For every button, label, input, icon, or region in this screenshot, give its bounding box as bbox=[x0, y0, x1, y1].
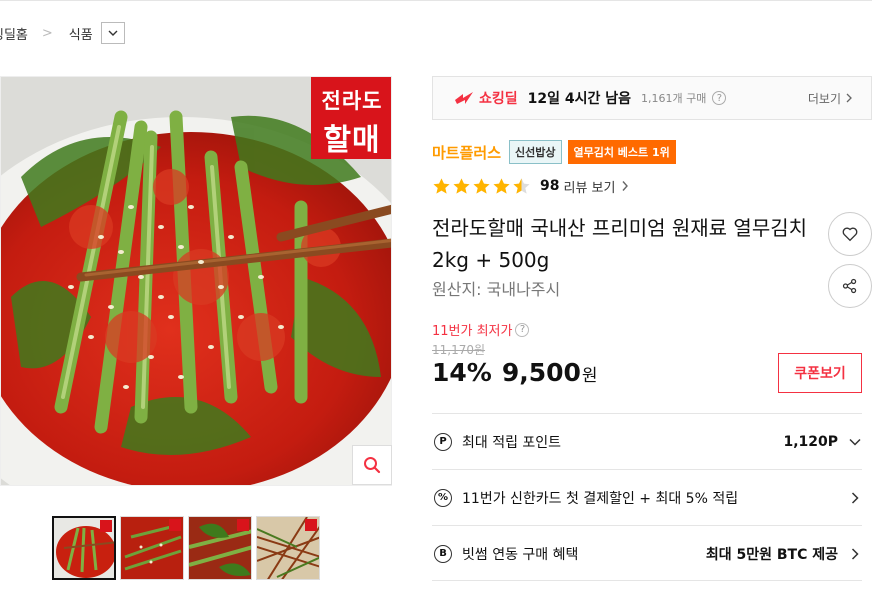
bithumb-benefit-value: 최대 5만원 BTC 제공 bbox=[705, 546, 838, 563]
star-full-icon bbox=[453, 177, 470, 194]
sale-price-row: 14% 9,500 원 bbox=[432, 358, 598, 387]
star-full-icon bbox=[493, 177, 510, 194]
rating-row[interactable]: 98 리뷰 보기 bbox=[432, 175, 629, 197]
card-discount-label: 11번가 신한카드 첫 결제할인 + 최대 5% 적립 bbox=[462, 490, 739, 507]
breadcrumb-category[interactable]: 식품 bbox=[69, 24, 93, 43]
purchase-count: 1,161개 구매 bbox=[641, 92, 707, 105]
review-count: 98 bbox=[540, 178, 560, 194]
max-points-value: 1,120P bbox=[783, 433, 838, 450]
thumbnail-2[interactable] bbox=[120, 516, 184, 580]
search-icon bbox=[364, 457, 381, 474]
bithumb-benefit-label: 빗썸 연동 구매 혜택 bbox=[462, 546, 579, 563]
thumbnail-4[interactable] bbox=[256, 516, 320, 580]
help-icon[interactable]: ? bbox=[515, 322, 530, 337]
brand-logo-stamp: 전라도 할매 bbox=[311, 77, 391, 159]
star-rating bbox=[432, 177, 532, 196]
wishlist-button[interactable] bbox=[828, 212, 872, 256]
breadcrumb-separator-icon: > bbox=[41, 25, 53, 41]
star-full-icon bbox=[473, 177, 490, 194]
breadcrumb-home-link[interactable]: 킹딜홈 bbox=[0, 24, 28, 43]
point-icon: P bbox=[434, 432, 452, 451]
star-half-icon bbox=[513, 177, 530, 194]
thumbnail-list bbox=[52, 516, 320, 580]
thumbnail-1[interactable] bbox=[52, 516, 116, 580]
bithumb-benefit-row[interactable]: B 빗썸 연동 구매 혜택 최대 5만원 BTC 제공 bbox=[432, 525, 862, 581]
fresh-badge: 신선밥상 bbox=[509, 140, 562, 164]
share-icon bbox=[842, 278, 857, 294]
category-dropdown-button[interactable] bbox=[100, 22, 125, 44]
chevron-right-icon bbox=[846, 93, 852, 103]
thumbnail-3[interactable] bbox=[188, 516, 252, 580]
star-full-icon bbox=[433, 177, 450, 194]
help-icon[interactable]: ? bbox=[712, 91, 727, 105]
lowest-price-label: 11번가 최저가 ? bbox=[432, 320, 530, 339]
original-price: 11,170원 bbox=[432, 343, 486, 357]
top-divider bbox=[0, 0, 872, 1]
product-origin: 원산지: 국내나주시 bbox=[432, 280, 561, 299]
deal-more-label: 더보기 bbox=[807, 91, 841, 106]
chevron-down-icon bbox=[108, 30, 118, 36]
thumbnail-logo-mark bbox=[237, 519, 249, 531]
product-title: 전라도할매 국내산 프리미엄 원재료 열무김치 2kg + 500g bbox=[432, 216, 808, 272]
seller-name-link[interactable]: 마트플러스 bbox=[432, 142, 501, 163]
discount-percent: 14% bbox=[432, 358, 492, 387]
thumbnail-logo-mark bbox=[305, 519, 317, 531]
lowest-price-text: 11번가 최저가 bbox=[432, 324, 513, 339]
chevron-right-icon bbox=[851, 491, 859, 504]
shocking-deal-bar[interactable]: 쇼킹딜 12일 4시간 남음 1,161개 구매 ? 더보기 bbox=[432, 76, 872, 120]
sale-price: 9,500 bbox=[501, 358, 581, 387]
brand-logo-line1: 전라도 bbox=[321, 88, 383, 113]
share-button[interactable] bbox=[828, 264, 872, 308]
currency-unit: 원 bbox=[581, 366, 598, 386]
breadcrumb: 킹딜홈 > 식품 bbox=[0, 20, 125, 46]
brand-logo-line2: 할매 bbox=[323, 123, 381, 158]
best-rank-badge[interactable]: 열무김치 베스트 1위 bbox=[567, 140, 676, 164]
review-link-label[interactable]: 리뷰 보기 bbox=[563, 177, 615, 196]
deal-more-link[interactable]: 더보기 bbox=[808, 90, 853, 107]
seller-row: 마트플러스 신선밥상 열무김치 베스트 1위 bbox=[432, 140, 676, 164]
benefits-bottom-divider bbox=[432, 580, 862, 581]
thumbnail-logo-mark bbox=[169, 519, 181, 531]
card-discount-row[interactable]: % 11번가 신한카드 첫 결제할인 + 최대 5% 적립 bbox=[432, 469, 862, 525]
chevron-right-icon bbox=[622, 181, 629, 191]
max-points-label: 최대 적립 포인트 bbox=[462, 434, 562, 451]
thumbnail-logo-mark bbox=[100, 520, 112, 532]
shocking-deal-icon bbox=[455, 92, 473, 104]
deal-remaining-time: 12일 4시간 남음 bbox=[527, 91, 632, 107]
coupon-button[interactable]: 쿠폰보기 bbox=[778, 353, 862, 393]
heart-icon bbox=[842, 227, 858, 242]
max-points-row[interactable]: P 최대 적립 포인트 1,120P bbox=[432, 413, 862, 469]
deal-name: 쇼킹딜 bbox=[479, 91, 518, 107]
product-main-image[interactable]: 전라도 할매 bbox=[0, 76, 392, 486]
percent-icon: % bbox=[434, 488, 452, 507]
bitcoin-icon: B bbox=[434, 544, 452, 563]
zoom-button[interactable] bbox=[352, 445, 392, 485]
chevron-right-icon bbox=[851, 547, 859, 560]
chevron-down-icon bbox=[849, 438, 861, 446]
